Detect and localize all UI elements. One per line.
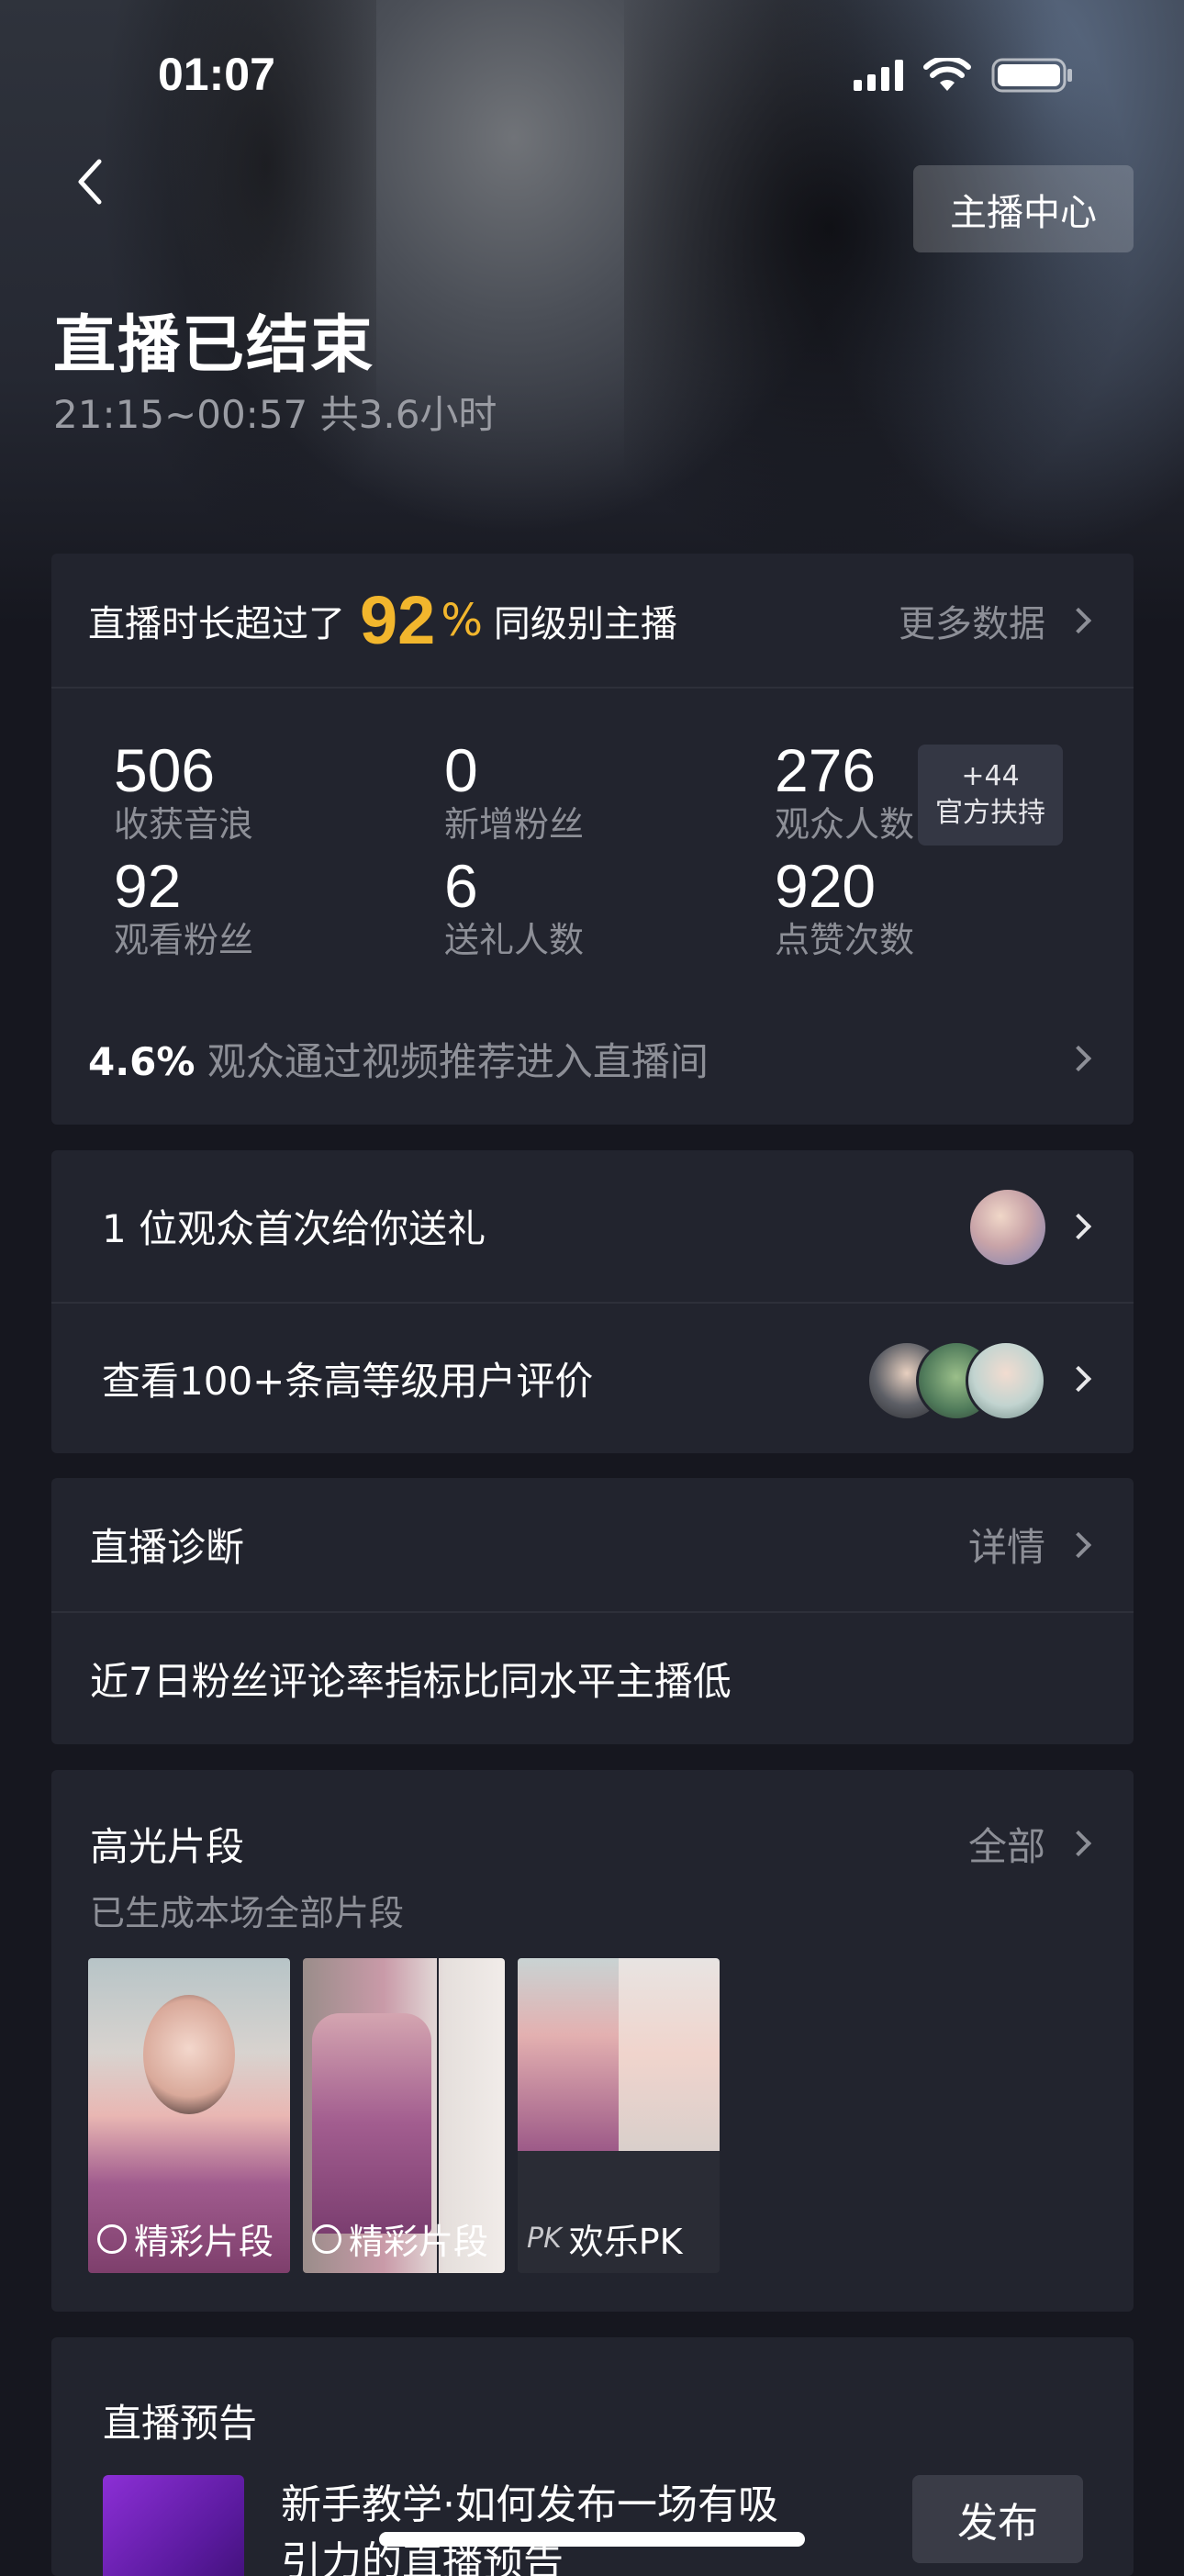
stream-duration: 21:15~00:57 共3.6小时 — [53, 392, 497, 437]
chevron-right-icon — [1065, 1830, 1092, 1857]
stat-value: 276 — [775, 736, 877, 804]
diagnosis-card: 直播诊断 详情 近7日粉丝评论率指标比同水平主播低 — [51, 1478, 1134, 1744]
rank-percent: 92 — [360, 582, 436, 658]
stat-likes: 920 点赞次数 — [775, 853, 914, 961]
official-boost-badge: +44 官方扶持 — [918, 745, 1063, 846]
chevron-right-icon — [1065, 1213, 1092, 1239]
stat-watching-fans: 92 观看粉丝 — [114, 853, 253, 961]
highlight-clip[interactable]: PK 欢乐PK — [518, 1958, 720, 2273]
recommend-percent: 4.6% — [88, 1038, 195, 1084]
boost-value: +44 — [961, 760, 1020, 792]
stat-label: 观看粉丝 — [114, 920, 254, 960]
pk-icon: PK — [527, 2223, 562, 2255]
avatar — [966, 1340, 1046, 1421]
stat-value: 506 — [114, 736, 216, 804]
stat-label: 送礼人数 — [444, 920, 585, 960]
diagnosis-title: 直播诊断 — [90, 1525, 245, 1570]
rank-prefix: 直播时长超过了 — [88, 602, 345, 645]
diagnosis-detail-label: 详情 — [967, 1525, 1045, 1570]
preview-text-line: 新手教学·如何发布一场有吸 — [281, 2481, 778, 2528]
clip-label: 精彩片段 — [97, 2213, 274, 2264]
diagnosis-header[interactable]: 直播诊断 详情 — [51, 1478, 1134, 1611]
clip-label: PK 欢乐PK — [527, 2213, 683, 2264]
clock-icon — [312, 2223, 341, 2254]
streamer-center-button[interactable]: 主播中心 — [913, 165, 1134, 252]
stat-sound-waves: 506 收获音浪 — [114, 737, 253, 846]
stat-value: 92 — [114, 852, 182, 920]
back-icon[interactable] — [72, 154, 108, 209]
more-data-label: 更多数据 — [899, 602, 1045, 645]
stat-value: 920 — [775, 852, 877, 920]
highlights-header[interactable]: 高光片段 全部 — [51, 1807, 1134, 1880]
recommend-row[interactable]: 4.6% 观众通过视频推荐进入直播间 — [51, 1013, 1134, 1104]
highlights-title: 高光片段 — [90, 1823, 245, 1869]
rank-suffix: 同级别主播 — [493, 602, 677, 645]
clock-icon — [97, 2223, 127, 2254]
clip-label-text: 精彩片段 — [349, 2222, 489, 2262]
summary-card: 直播时长超过了 92 % 同级别主播 更多数据 506 收获音浪 0 新增粉丝 … — [51, 554, 1134, 1125]
cellular-signal-icon — [854, 60, 903, 91]
highlight-clip[interactable]: 精彩片段 — [88, 1958, 290, 2273]
stat-gift-givers: 6 送礼人数 — [444, 853, 584, 961]
diagnosis-message: 近7日粉丝评论率指标比同水平主播低 — [90, 1659, 732, 1704]
stat-label: 观众人数 — [775, 804, 915, 845]
stat-value: 6 — [444, 852, 478, 920]
chevron-right-icon — [1065, 607, 1092, 633]
clip-thumbnail-figure — [312, 2013, 431, 2234]
clip-label-text: 欢乐PK — [568, 2222, 683, 2262]
chevron-right-icon — [1065, 1365, 1092, 1392]
stat-label: 收获音浪 — [114, 804, 254, 845]
clip-thumbnail-right — [619, 1958, 720, 2151]
chevron-right-icon — [1065, 1531, 1092, 1558]
clip-label: 精彩片段 — [312, 2213, 488, 2264]
stat-new-fans: 0 新增粉丝 — [444, 737, 584, 846]
divider — [51, 687, 1134, 689]
more-data-link[interactable]: 更多数据 — [899, 554, 1092, 687]
status-time: 01:07 — [158, 49, 275, 100]
clip-thumbnail-left — [518, 1958, 619, 2151]
publish-button[interactable]: 发布 — [912, 2475, 1083, 2563]
audience-card: 1 位观众首次给你送礼 查看100+条高等级用户评价 — [51, 1150, 1134, 1453]
battery-icon — [991, 57, 1074, 94]
preview-text[interactable]: 新手教学·如何发布一场有吸 引力的直播预告 — [281, 2477, 778, 2576]
status-icons — [854, 57, 1074, 94]
highlights-subtitle: 已生成本场全部片段 — [90, 1893, 405, 1933]
recommend-text: 观众通过视频推荐进入直播间 — [207, 1038, 709, 1084]
chevron-right-icon — [1065, 1045, 1092, 1072]
highlights-all-label: 全部 — [967, 1823, 1045, 1869]
first-gift-text: 1 位观众首次给你送礼 — [102, 1206, 486, 1251]
stat-value: 0 — [444, 736, 478, 804]
clip-thumbnail-figure — [143, 1995, 235, 2114]
reviews-text: 查看100+条高等级用户评价 — [102, 1359, 594, 1404]
boost-label: 官方扶持 — [935, 797, 1045, 829]
stat-label: 新增粉丝 — [444, 804, 585, 845]
stat-viewers: 276 观众人数 — [775, 737, 914, 846]
home-indicator[interactable] — [379, 2532, 805, 2547]
clip-label-text: 精彩片段 — [134, 2222, 274, 2262]
wifi-icon — [923, 58, 971, 93]
avatar — [967, 1187, 1048, 1268]
preview-title: 直播预告 — [103, 2401, 258, 2446]
rank-percent-sign: % — [441, 594, 483, 646]
stat-label: 点赞次数 — [775, 920, 915, 960]
page-title: 直播已结束 — [53, 309, 375, 382]
preview-thumbnail[interactable] — [103, 2475, 244, 2576]
highlight-clip[interactable]: 精彩片段 — [303, 1958, 505, 2273]
